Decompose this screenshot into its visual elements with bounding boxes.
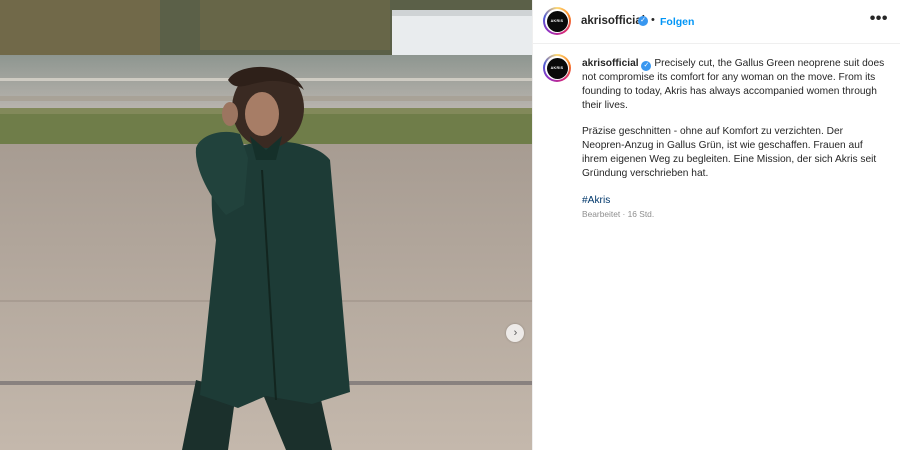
follow-button[interactable]: Folgen xyxy=(660,16,694,28)
caption-username[interactable]: akrisofficial xyxy=(582,58,639,69)
verified-check-icon: ✓ xyxy=(638,16,648,26)
header-username[interactable]: akrisofficial xyxy=(581,15,645,27)
avatar[interactable]: AKRIS xyxy=(543,7,571,35)
chevron-right-icon: › xyxy=(513,326,518,339)
next-photo-button[interactable]: › xyxy=(506,324,524,342)
post-photo xyxy=(0,0,532,450)
avatar-logo: AKRIS xyxy=(546,10,568,32)
post-header: AKRIS akrisofficial ✓ • Folgen ••• xyxy=(533,0,900,44)
verified-check-icon: ✓ xyxy=(641,61,652,71)
hashtag-link[interactable]: #Akris xyxy=(582,195,610,206)
caption-avatar[interactable]: AKRIS xyxy=(543,54,571,82)
caption-hashtags: #Akris xyxy=(582,194,888,208)
post-caption: akrisofficial ✓ Precisely cut, the Gallu… xyxy=(582,57,888,220)
more-options-icon[interactable]: ••• xyxy=(870,10,888,28)
caption-english: akrisofficial ✓ Precisely cut, the Gallu… xyxy=(582,57,888,112)
post-meta: Bearbeitet · 16 Std. xyxy=(582,209,655,219)
caption-german: Präzise geschnitten - ohne auf Komfort z… xyxy=(582,126,877,179)
separator-dot: • xyxy=(651,14,655,26)
post-side-panel: AKRIS akrisofficial ✓ • Folgen ••• AKRIS… xyxy=(533,0,900,450)
avatar-logo: AKRIS xyxy=(546,57,568,79)
